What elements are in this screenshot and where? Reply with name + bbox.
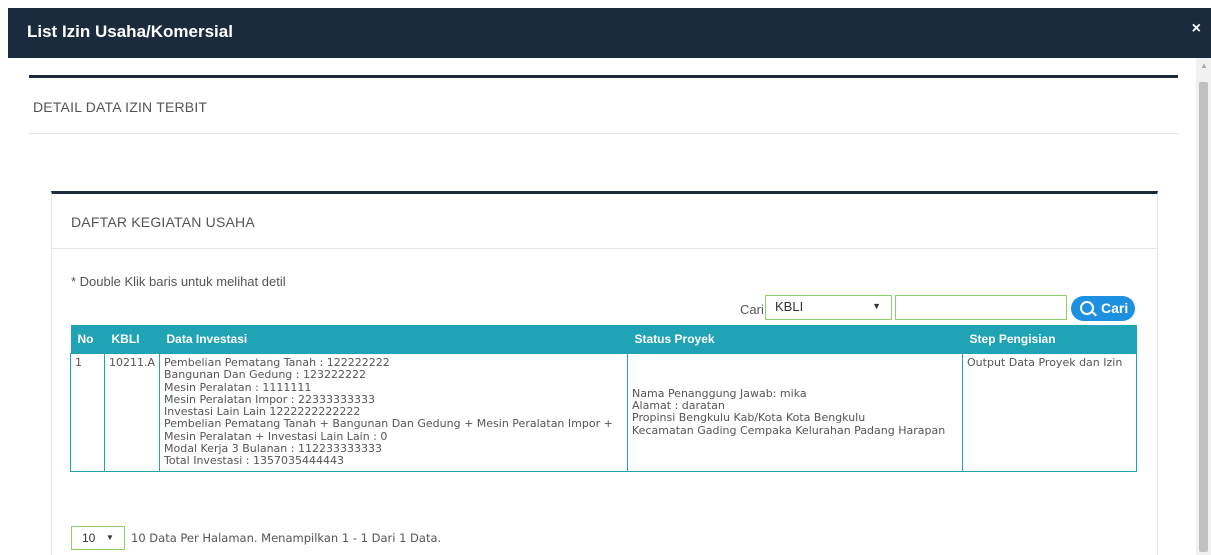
modal-header: List Izin Usaha/Komersial × [8, 8, 1211, 58]
cell-kbli: 10211.A [103, 353, 161, 472]
table-header-row: No KBLI Data Investasi Status Proyek Ste… [70, 325, 1137, 354]
investasi-line: Total Investasi : 1357035444443 [164, 454, 344, 468]
column-header-no[interactable]: No [70, 325, 105, 354]
panel-divider [52, 248, 1157, 249]
table-row[interactable]: 1 10211.A Pembelian Pematang Tanah : 122… [70, 353, 1137, 472]
page-size-select[interactable]: 10 ▼ [71, 526, 125, 550]
scrollbar-thumb[interactable] [1199, 82, 1208, 552]
dropdown-arrow-icon: ▼ [106, 533, 114, 542]
column-header-data-investasi[interactable]: Data Investasi [159, 325, 628, 354]
search-bar: Cari KBLI ▼ Cari [52, 294, 1157, 324]
pagination-info: 10 Data Per Halaman. Menampilkan 1 - 1 D… [131, 531, 442, 545]
search-button-label: Cari [1101, 300, 1129, 316]
column-header-kbli[interactable]: KBLI [104, 325, 160, 354]
column-header-status-proyek[interactable]: Status Proyek [627, 325, 963, 354]
detail-panel-heading: DETAIL DATA IZIN TERBIT [33, 99, 208, 115]
search-input[interactable] [895, 295, 1067, 320]
kegiatan-table-wrapper: No KBLI Data Investasi Status Proyek Ste… [70, 325, 1137, 472]
investasi-line: Pembelian Pematang Tanah + Bangunan Dan … [164, 417, 613, 431]
search-label: Cari [740, 302, 764, 317]
cell-data-investasi: Pembelian Pematang Tanah : 122222222 Ban… [159, 353, 629, 472]
kegiatan-table: No KBLI Data Investasi Status Proyek Ste… [70, 325, 1137, 472]
investasi-line: Bangunan Dan Gedung : 123222222 [164, 368, 366, 382]
modal-body: DETAIL DATA IZIN TERBIT DAFTAR KEGIATAN … [8, 58, 1196, 555]
dropdown-arrow-icon: ▼ [872, 301, 881, 311]
status-line: Kecamatan Gading Cempaka Kelurahan Padan… [632, 423, 946, 437]
search-field-select[interactable]: KBLI ▼ [765, 295, 892, 320]
search-button[interactable]: Cari [1071, 296, 1135, 321]
cell-no: 1 [70, 353, 105, 472]
modal-title: List Izin Usaha/Komersial [27, 22, 233, 41]
cell-status-proyek: Nama Penanggung Jawab: mika Alamat : dar… [627, 353, 964, 472]
status-line: Propinsi Bengkulu Kab/Kota Kota Bengkulu [632, 411, 866, 425]
page-size-value: 10 [82, 531, 96, 545]
scroll-up-icon[interactable]: ▲ [1200, 61, 1208, 70]
detail-panel: DETAIL DATA IZIN TERBIT [29, 75, 1178, 134]
close-icon[interactable]: × [1192, 20, 1201, 38]
kegiatan-panel-heading: DAFTAR KEGIATAN USAHA [71, 214, 255, 230]
cell-step-pengisian: Output Data Proyek dan Izin [962, 353, 1137, 472]
search-field-value: KBLI [775, 299, 804, 314]
double-click-hint: * Double Klik baris untuk melihat detil [71, 274, 286, 289]
modal-scrollbar[interactable]: ▲ [1196, 58, 1211, 555]
column-header-step-pengisian[interactable]: Step Pengisian [962, 325, 1137, 354]
search-icon [1080, 301, 1094, 315]
